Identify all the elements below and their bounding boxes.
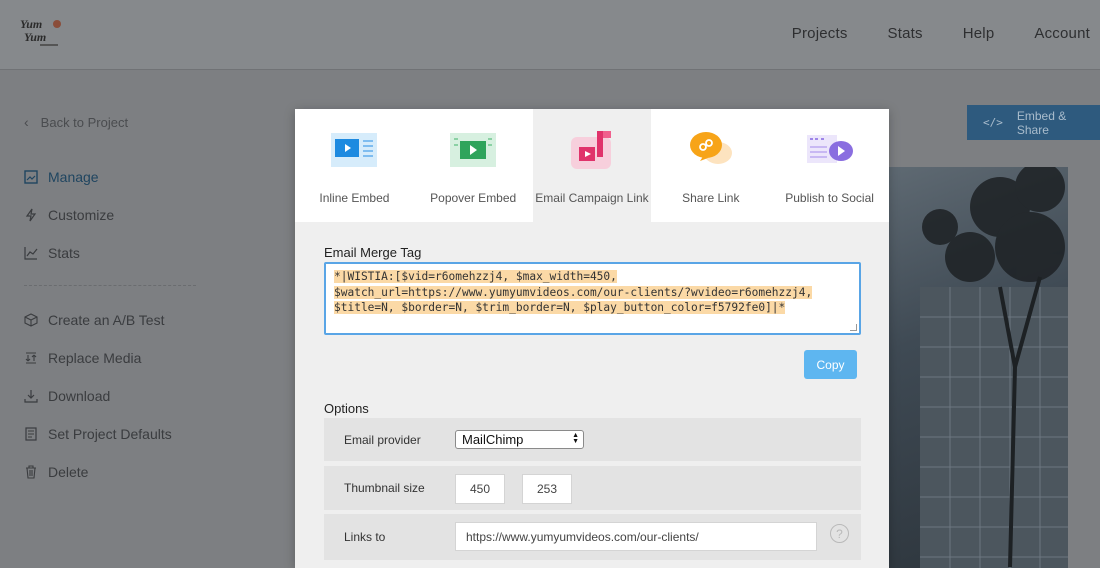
inline-embed-icon <box>331 133 378 167</box>
tab-label: Share Link <box>682 191 740 205</box>
svg-text:Yum: Yum <box>24 30 46 44</box>
sidebar-item-label: Customize <box>48 207 115 223</box>
thumbnail-height-input[interactable]: 253 <box>522 474 572 504</box>
merge-tag-label: Email Merge Tag <box>324 245 422 260</box>
chevron-left-icon: ‹ <box>24 114 29 130</box>
sidebar-item-label: Manage <box>48 169 99 185</box>
links-to-input[interactable]: https://www.yumyumvideos.com/our-clients… <box>455 522 817 551</box>
back-label: Back to Project <box>40 114 129 130</box>
email-provider-select[interactable]: MailChimp ▲ ▼ <box>455 430 584 449</box>
modal-tabs: Inline Embed Popover Embed Email Campaig… <box>295 109 889 222</box>
thumbnail-width-input[interactable]: 450 <box>455 474 505 504</box>
email-campaign-icon <box>570 131 611 169</box>
option-links-to: Links to https://www.yumyumvideos.com/ou… <box>324 514 861 560</box>
tab-label: Inline Embed <box>319 191 390 205</box>
option-thumbnail-size: Thumbnail size 450 × 253 <box>324 466 861 510</box>
sidebar-item-ab-test[interactable]: Create an A/B Test <box>24 312 164 328</box>
thumbnail-size-label: Thumbnail size <box>344 481 425 495</box>
sidebar-item-delete[interactable]: Delete <box>24 464 88 480</box>
option-email-provider: Email provider MailChimp ▲ ▼ <box>324 418 861 461</box>
help-icon[interactable]: ? <box>830 524 849 543</box>
sidebar-item-label: Download <box>48 388 111 404</box>
top-bar: Yum Yum Projects Stats Help Account <box>0 0 1100 70</box>
embed-share-label: Embed & Share <box>1016 108 1067 137</box>
select-value: MailChimp <box>462 432 524 447</box>
trash-icon <box>24 465 38 479</box>
share-link-icon <box>689 132 732 164</box>
tab-share-link[interactable]: Share Link <box>651 109 771 222</box>
tab-label: Publish to Social <box>785 191 874 205</box>
video-thumbnail[interactable] <box>880 167 1068 568</box>
tab-label: Popover Embed <box>430 191 517 205</box>
document-icon <box>24 427 38 441</box>
tab-popover-embed[interactable]: Popover Embed <box>413 109 533 222</box>
sidebar-item-project-defaults[interactable]: Set Project Defaults <box>24 426 172 442</box>
tab-email-campaign-link[interactable]: Email Campaign Link <box>532 109 652 222</box>
merge-tag-line: *|WISTIA:[$vid=r6omehzzj4, $max_width=45… <box>334 270 617 283</box>
sidebar-item-label: Set Project Defaults <box>48 426 172 442</box>
nav-help[interactable]: Help <box>963 25 995 42</box>
publish-social-icon <box>806 135 853 163</box>
sidebar-item-manage[interactable]: Manage <box>24 169 99 185</box>
nav-account[interactable]: Account <box>1034 25 1090 42</box>
sidebar-divider <box>24 285 196 286</box>
tab-label: Email Campaign Link <box>535 191 649 205</box>
embed-share-button[interactable]: </> Embed & Share <box>967 105 1100 140</box>
code-icon: </> <box>983 116 1003 129</box>
email-provider-label: Email provider <box>344 432 421 447</box>
select-arrows-icon: ▲ ▼ <box>572 432 579 445</box>
top-nav: Projects Stats Help Account <box>752 0 1090 66</box>
cube-icon <box>24 313 38 327</box>
sidebar-item-label: Stats <box>48 245 80 261</box>
sidebar-item-stats[interactable]: Stats <box>24 245 80 261</box>
sidebar-item-label: Replace Media <box>48 350 142 366</box>
back-to-project-link[interactable]: ‹ Back to Project <box>24 114 128 130</box>
nav-stats[interactable]: Stats <box>888 25 923 42</box>
tab-publish-social[interactable]: Publish to Social <box>770 109 889 222</box>
line-chart-icon <box>24 246 38 260</box>
copy-button[interactable]: Copy <box>804 350 857 379</box>
links-to-label: Links to <box>344 530 386 544</box>
image-icon <box>24 170 38 184</box>
replace-icon <box>24 351 38 365</box>
sidebar: ‹ Back to Project Manage Customize Stats… <box>0 71 228 568</box>
merge-tag-line: $title=N, $border=N, $trim_border=N, $pl… <box>334 301 786 314</box>
sidebar-item-download[interactable]: Download <box>24 388 110 404</box>
sidebar-item-label: Create an A/B Test <box>48 312 165 328</box>
bolt-icon <box>24 208 38 222</box>
popover-embed-icon <box>450 133 497 167</box>
svg-text:Yum: Yum <box>20 17 42 31</box>
resize-handle[interactable] <box>850 324 857 331</box>
download-icon <box>24 389 38 403</box>
options-label: Options <box>324 401 369 416</box>
tab-inline-embed[interactable]: Inline Embed <box>295 109 414 222</box>
sidebar-item-label: Delete <box>48 464 89 480</box>
nav-projects[interactable]: Projects <box>792 25 848 42</box>
merge-tag-line: $watch_url=https://www.yumyumvideos.com/… <box>334 285 813 299</box>
sidebar-item-customize[interactable]: Customize <box>24 207 114 223</box>
sidebar-item-replace-media[interactable]: Replace Media <box>24 350 141 366</box>
yumyum-logo[interactable]: Yum Yum <box>20 16 64 48</box>
merge-tag-textarea[interactable]: *|WISTIA:[$vid=r6omehzzj4, $max_width=45… <box>324 262 861 335</box>
embed-share-modal: Inline Embed Popover Embed Email Campaig… <box>295 109 889 568</box>
